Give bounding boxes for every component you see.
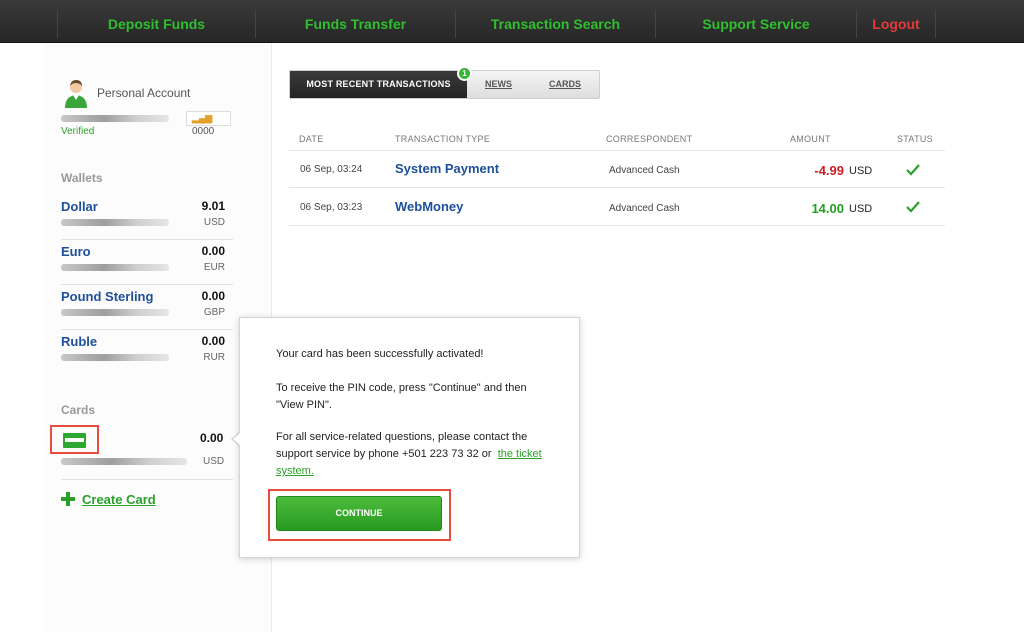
column-header-status: STATUS: [897, 134, 933, 144]
popup-message-pin: To receive the PIN code, press "Continue…: [276, 382, 527, 411]
account-rating-badge: ▂▄▆ 0000: [186, 111, 231, 137]
nav-support-service[interactable]: Support Service: [656, 10, 856, 38]
wallet-amount: 0.00: [201, 289, 225, 303]
wallet-dollar[interactable]: Dollar 9.01 USD: [61, 195, 233, 240]
user-avatar-icon: [65, 80, 87, 108]
transaction-date: 06 Sep, 03:24: [300, 164, 363, 175]
wallet-name[interactable]: Ruble: [61, 334, 97, 349]
popup-message-support: For all service-related questions, pleas…: [276, 429, 551, 480]
tab-cards[interactable]: CARDS: [549, 71, 581, 98]
nav-separator: [935, 10, 936, 38]
tab-most-recent-transactions[interactable]: MOST RECENT TRANSACTIONS: [290, 71, 467, 98]
wallets-title: Wallets: [61, 171, 103, 185]
transaction-currency: USD: [849, 165, 873, 177]
transaction-date: 06 Sep, 03:23: [300, 202, 363, 213]
transaction-amount: 14.00: [811, 201, 844, 216]
popup-arrow-fill: [233, 432, 241, 446]
wallet-pound-sterling[interactable]: Pound Sterling 0.00 GBP: [61, 285, 233, 330]
column-header-correspondent: CORRESPONDENT: [606, 134, 693, 144]
support-text: For all service-related questions, pleas…: [276, 431, 528, 460]
column-header-transaction-type: TRANSACTION TYPE: [395, 134, 491, 144]
wallet-name[interactable]: Dollar: [61, 199, 98, 214]
checkmark-icon: [906, 164, 920, 176]
notification-badge: 1: [457, 66, 472, 81]
rating-value: 0000: [192, 126, 215, 137]
popup-message-success: Your card has been successfully activate…: [276, 348, 484, 360]
nav-transaction-search[interactable]: Transaction Search: [456, 10, 655, 38]
column-header-amount: AMOUNT: [790, 134, 831, 144]
wallet-id-redacted: [61, 219, 169, 226]
column-header-date: DATE: [299, 134, 324, 144]
card-number-redacted: [61, 458, 187, 465]
account-title: Personal Account: [97, 86, 191, 100]
card-amount: 0.00: [200, 431, 224, 445]
transaction-type-link[interactable]: WebMoney: [395, 199, 463, 214]
tab-news[interactable]: NEWS: [485, 71, 512, 98]
transaction-tabs: MOST RECENT TRANSACTIONS NEWS CARDS: [289, 70, 600, 99]
wallet-euro[interactable]: Euro 0.00 EUR: [61, 240, 233, 285]
card-item[interactable]: [50, 425, 99, 454]
wallet-id-redacted: [61, 309, 169, 316]
plus-icon[interactable]: [61, 492, 75, 506]
transaction-currency: USD: [849, 203, 873, 215]
wallet-id-redacted: [61, 264, 169, 271]
wallet-amount: 0.00: [201, 334, 225, 348]
checkmark-icon: [906, 201, 920, 213]
card-currency: USD: [203, 456, 225, 467]
top-navigation: Deposit Funds Funds Transfer Transaction…: [0, 0, 1024, 43]
divider: [289, 225, 945, 226]
wallet-amount: 0.00: [201, 244, 225, 258]
divider: [289, 187, 945, 188]
transaction-type-link[interactable]: System Payment: [395, 161, 499, 176]
transaction-correspondent: Advanced Cash: [609, 203, 680, 214]
nav-deposit-funds[interactable]: Deposit Funds: [58, 10, 255, 38]
credit-card-icon[interactable]: [63, 433, 86, 448]
account-id-redacted: [61, 115, 169, 122]
bar-chart-icon: ▂▄▆: [192, 113, 213, 123]
create-card-link[interactable]: Create Card: [82, 492, 156, 507]
wallet-name[interactable]: Pound Sterling: [61, 289, 153, 304]
continue-button[interactable]: CONTINUE: [276, 496, 442, 531]
divider: [61, 479, 233, 480]
wallet-amount: 9.01: [201, 199, 225, 213]
wallet-currency: GBP: [203, 307, 225, 318]
wallet-currency: USD: [203, 217, 225, 228]
wallet-currency: EUR: [203, 262, 225, 273]
transaction-correspondent: Advanced Cash: [609, 165, 680, 176]
transaction-amount: -4.99: [814, 163, 844, 178]
wallet-currency: RUR: [203, 352, 225, 363]
divider: [289, 150, 945, 151]
logout-link[interactable]: Logout: [857, 10, 935, 38]
cards-title: Cards: [61, 403, 96, 417]
wallet-id-redacted: [61, 354, 169, 361]
verified-status: Verified: [61, 126, 95, 137]
nav-funds-transfer[interactable]: Funds Transfer: [256, 10, 455, 38]
wallet-ruble[interactable]: Ruble 0.00 RUR: [61, 330, 233, 375]
wallet-name[interactable]: Euro: [61, 244, 91, 259]
